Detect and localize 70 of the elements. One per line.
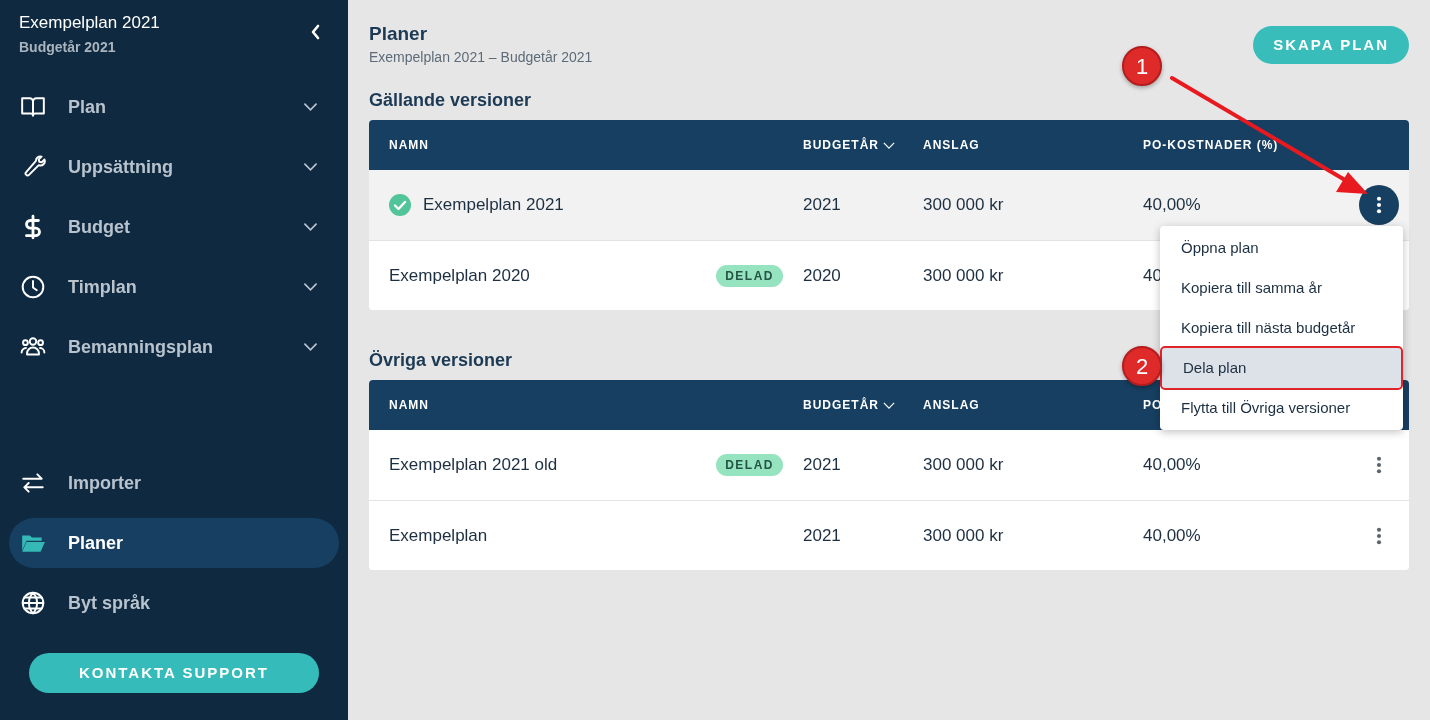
column-header[interactable]: BUDGETÅR (803, 136, 879, 154)
chevron-down-icon[interactable] (883, 401, 895, 409)
menu-item[interactable]: Kopiera till samma år (1160, 268, 1403, 308)
column-header: NAMN (389, 137, 429, 154)
table-cell: 2021 (803, 195, 841, 215)
nav-label: Bemanningsplan (68, 335, 215, 359)
chevron-down-icon (304, 283, 317, 291)
nav-label: Budget (68, 215, 131, 239)
column-header: PO-KOSTNADER (%) (1143, 137, 1279, 154)
nav-item[interactable]: Importer (9, 458, 339, 508)
nav-item[interactable]: Timplan (9, 262, 339, 312)
page-title: Planer (369, 22, 429, 46)
column-header: NAMN (389, 397, 429, 414)
nav-label: Timplan (68, 275, 138, 299)
nav-label: Importer (68, 471, 142, 495)
table-cell-text: 40,00% (1143, 194, 1201, 217)
vertical-dots-icon (1376, 456, 1382, 474)
menu-item[interactable]: Kopiera till nästa budgetår (1160, 308, 1403, 348)
menu-item[interactable]: Flytta till Övriga versioner (1160, 388, 1403, 428)
table-cell: 2021 (803, 525, 841, 545)
table-cell: 300 000 kr (923, 195, 1004, 215)
nav-label: Byt språk (68, 591, 152, 615)
more-options-button[interactable] (1359, 185, 1399, 225)
step-marker: 1 (1122, 46, 1162, 86)
clock-icon (20, 274, 46, 300)
column-header: ANSLAG (923, 137, 980, 154)
table-cell: 2021 (803, 455, 841, 475)
table-cell-text: Exempelplan 2021 old (389, 454, 559, 477)
table-cell: 300 000 kr (923, 455, 1004, 475)
table-cell: 300 000 kr (923, 265, 1004, 285)
table-cell: 2020 (803, 265, 841, 285)
nav-item[interactable]: Plan (9, 82, 339, 132)
plan-subtitle: Budgetår 2021 (19, 38, 117, 57)
breadcrumb: Exempelplan 2021 – Budgetår 2021 (369, 48, 593, 67)
column-header[interactable]: BUDGETÅR (803, 396, 879, 414)
section-title: Övriga versioner (369, 349, 513, 372)
nav-item[interactable]: Bemanningsplan (9, 322, 339, 372)
chevron-down-icon (304, 103, 317, 111)
vertical-dots-icon (1376, 196, 1382, 214)
table-cell-text: 40,00% (1143, 524, 1201, 547)
nav-item[interactable]: Planer (9, 518, 339, 568)
column-header: PO (1143, 397, 1163, 414)
table-cell-text: Exempelplan 2020 (389, 264, 531, 287)
nav-label: Plan (68, 95, 107, 119)
section-title: Gällande versioner (369, 89, 532, 112)
plan-title: Exempelplan 2021 (19, 12, 160, 34)
swap-arrows-icon (20, 470, 46, 496)
vertical-dots-icon (1376, 526, 1382, 545)
table-cell-text: Exempelplan 2021 (423, 194, 565, 217)
nav-item[interactable]: Budget (9, 202, 339, 252)
step-marker: 2 (1122, 346, 1162, 386)
globe-icon (20, 590, 46, 616)
table-row[interactable]: Exempelplan 2021 2021 300 000 kr 40,00% (369, 170, 1409, 240)
nav-item[interactable]: Uppsättning (9, 142, 339, 192)
nav-item[interactable]: Byt språk (9, 578, 339, 628)
nav-label: Planer (68, 531, 125, 555)
table-cell-text: 40,00% (1143, 454, 1201, 477)
shared-badge: DELAD (716, 264, 783, 287)
chevron-down-icon (304, 343, 317, 351)
shared-badge: DELAD (716, 454, 783, 476)
chevron-down-icon (304, 223, 317, 231)
table-row[interactable]: Exempelplan 2021 300 000 kr 40,00% (369, 500, 1409, 570)
table-cell-text: Exempelplan (389, 524, 489, 547)
table-cell: 300 000 kr (923, 525, 1004, 545)
collapse-button[interactable] (310, 24, 322, 40)
menu-item[interactable]: Dela plan (1162, 348, 1401, 388)
chevron-down-icon (304, 163, 317, 171)
column-header: ANSLAG (923, 397, 980, 414)
chevron-down-icon[interactable] (883, 141, 895, 149)
nav-label: Uppsättning (68, 155, 174, 179)
